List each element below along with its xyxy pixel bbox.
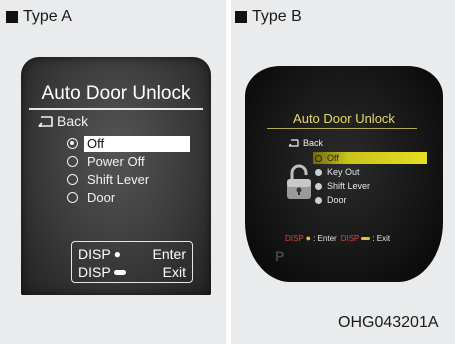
back-arrow-icon <box>38 115 53 127</box>
option-shift-lever[interactable]: Shift Lever <box>315 180 425 192</box>
padlock-icon <box>287 164 311 199</box>
option-label: Shift Lever <box>327 181 371 191</box>
radio-icon <box>315 168 322 176</box>
display-screen-b: Auto Door Unlock Back Off Key Out Shift … <box>245 66 443 282</box>
type-b-header: Type B <box>235 5 302 29</box>
radio-selected-icon <box>315 154 322 162</box>
screen-a-title: Auto Door Unlock <box>41 83 191 104</box>
option-door[interactable]: Door <box>315 194 425 206</box>
disp-key-label: DISP <box>340 233 360 243</box>
option-shift-lever[interactable]: Shift Lever <box>67 171 207 188</box>
option-off[interactable]: Off <box>67 135 207 152</box>
option-label: Shift Lever <box>87 171 150 187</box>
title-divider <box>267 128 417 129</box>
type-b-header-label: Type B <box>252 8 302 25</box>
option-door[interactable]: Door <box>67 189 207 206</box>
radio-icon <box>67 156 78 167</box>
radio-selected-icon <box>67 138 78 149</box>
display-screen-a: Auto Door Unlock Back Off Power Off Shif… <box>21 57 211 295</box>
disp-key-label: DISP <box>78 246 111 262</box>
option-label: Off <box>84 135 190 152</box>
key-legend: DISP ● Enter DISP Exit <box>71 241 193 283</box>
gear-label: P <box>275 248 285 264</box>
back-label: Back <box>57 113 89 129</box>
exit-label: Exit <box>162 264 186 280</box>
screen-b-title: Auto Door Unlock <box>293 111 395 126</box>
option-key-out[interactable]: Key Out <box>315 166 425 178</box>
square-bullet-icon <box>6 11 18 23</box>
disp-key-label: DISP <box>78 264 111 280</box>
type-a-header: Type A <box>6 5 72 29</box>
exit-key-hint: DISP Exit <box>78 263 186 281</box>
option-label: Off <box>327 153 339 163</box>
title-divider <box>29 108 203 110</box>
key-hint-line: DISP ● : Enter DISP : Exit <box>285 233 390 243</box>
square-bullet-icon <box>235 11 247 23</box>
back-arrow-icon <box>288 139 299 147</box>
option-label: Door <box>327 195 347 205</box>
disp-key-label: DISP <box>285 233 304 243</box>
enter-label: : Enter <box>313 233 337 243</box>
dash-icon <box>113 269 126 275</box>
back-label: Back <box>303 138 324 148</box>
option-label: Door <box>87 189 116 205</box>
radio-icon <box>315 182 322 190</box>
gear-indicator: P <box>275 248 315 270</box>
option-label: Key Out <box>327 167 360 177</box>
dot-icon: ● <box>305 233 312 243</box>
radio-icon <box>315 196 322 204</box>
figure-code: OHG043201A <box>338 314 439 331</box>
dot-icon: ● <box>113 247 121 261</box>
back-menu-item[interactable]: Back <box>37 113 88 129</box>
radio-icon <box>67 174 78 185</box>
enter-label: Enter <box>152 246 186 262</box>
enter-key-hint: DISP ● Enter <box>78 245 186 263</box>
exit-label: : Exit <box>372 233 391 243</box>
radio-icon <box>67 192 78 203</box>
option-off[interactable]: Off <box>313 152 427 164</box>
type-a-header-label: Type A <box>23 8 72 25</box>
dash-icon <box>361 236 371 240</box>
option-power-off[interactable]: Power Off <box>67 153 207 170</box>
back-menu-item[interactable]: Back <box>288 138 323 148</box>
option-label: Power Off <box>87 153 145 169</box>
